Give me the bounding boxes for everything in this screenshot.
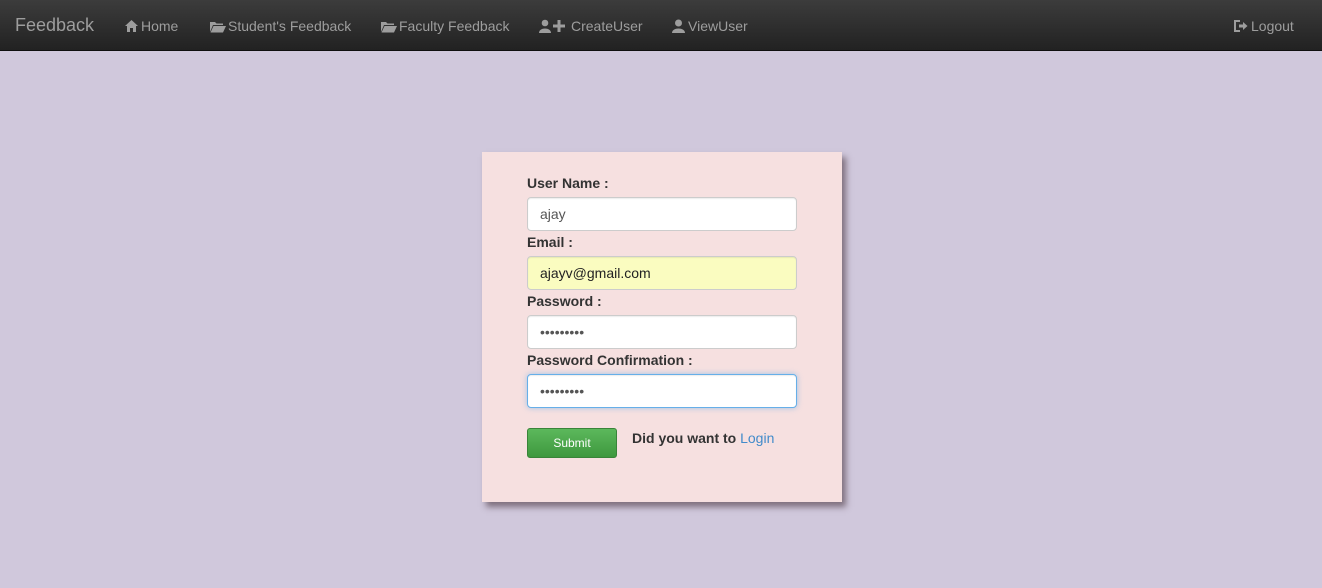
logout-link[interactable]: Logout (1233, 16, 1294, 36)
nav-item-faculty-feedback[interactable]: Faculty Feedback (380, 16, 510, 36)
folder-open-icon (380, 20, 397, 33)
nav-item-home-label: Home (141, 18, 179, 34)
password-label: Password : (527, 293, 602, 309)
nav-item-faculty-feedback-label: Faculty Feedback (399, 18, 510, 34)
username-input[interactable] (527, 197, 797, 231)
submit-button[interactable]: Submit (527, 428, 617, 458)
user-icon (672, 19, 685, 33)
nav-item-create-user-label: CreateUser (571, 18, 643, 34)
username-label: User Name : (527, 175, 609, 191)
password-input[interactable] (527, 315, 797, 349)
brand-title[interactable]: Feedback (15, 15, 94, 35)
password-confirmation-input[interactable] (527, 374, 797, 408)
nav-item-students-feedback[interactable]: Student's Feedback (209, 16, 351, 36)
logout-icon (1233, 19, 1248, 33)
login-link[interactable]: Login (740, 430, 774, 446)
email-label: Email : (527, 234, 573, 250)
password-confirmation-label: Password Confirmation : (527, 352, 693, 368)
folder-open-icon (209, 20, 226, 33)
nav-item-view-user[interactable]: ViewUser (672, 16, 748, 36)
nav-item-view-user-label: ViewUser (688, 18, 748, 34)
login-prompt-text: Did you want to (632, 430, 737, 446)
login-prompt: Did you want to Login (632, 429, 774, 447)
create-user-form: User Name : Email : Password : Password … (482, 152, 842, 502)
nav-item-students-feedback-label: Student's Feedback (228, 18, 352, 34)
navbar: Feedback Home Student's Feedback Faculty… (0, 0, 1322, 51)
logout-label: Logout (1251, 18, 1294, 34)
email-input[interactable] (527, 256, 797, 290)
nav-item-create-user[interactable]: CreateUser (539, 16, 643, 36)
user-plus-icon (539, 19, 567, 33)
home-icon (124, 19, 139, 33)
nav-item-home[interactable]: Home (124, 16, 178, 36)
